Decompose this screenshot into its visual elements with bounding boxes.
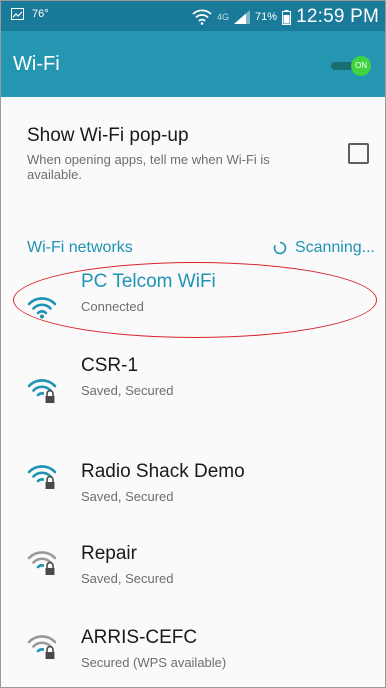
page-title: Wi-Fi <box>13 53 60 75</box>
battery-icon <box>282 9 292 25</box>
popup-setting-description: When opening apps, tell me when Wi-Fi is… <box>27 152 270 182</box>
status-left: 76° <box>11 8 49 20</box>
status-bar: 76° 4G 71% 12:59 PM <box>1 1 385 31</box>
app-bar: Wi-Fi ON <box>1 31 385 97</box>
scanning-label: Scanning... <box>294 239 375 256</box>
network-name: Repair <box>81 543 137 564</box>
wifi-popup-setting[interactable]: Show Wi-Fi pop-up When opening apps, tel… <box>1 97 385 207</box>
network-status: Connected <box>81 299 144 314</box>
wifi-networks-title: Wi-Fi networks <box>27 239 133 256</box>
network-item-repair[interactable]: Repair Saved, Secured <box>1 517 385 599</box>
network-item-arris-cefc[interactable]: ARRIS-CEFC Secured (WPS available) <box>1 601 385 683</box>
network-item-csr-1[interactable]: CSR-1 Saved, Secured <box>1 345 385 427</box>
network-name: CSR-1 <box>81 355 139 376</box>
network-status: Secured (WPS available) <box>81 655 227 670</box>
temperature-text: 76° <box>32 8 49 20</box>
network-item-pc-telcom-wifi[interactable]: PC Telcom WiFi Connected <box>1 263 385 345</box>
wifi-secured-weak-icon <box>27 551 57 575</box>
wifi-networks-header: Wi-Fi networks Scanning... <box>1 233 385 263</box>
battery-percent-text: 71% <box>255 11 278 23</box>
network-status: Saved, Secured <box>81 383 174 398</box>
wifi-secured-weak-icon <box>27 635 57 659</box>
scanning-spinner-icon <box>273 241 287 255</box>
wifi-toggle[interactable]: ON <box>331 56 371 76</box>
gallery-notification-icon <box>11 8 24 20</box>
clock-text: 12:59 PM <box>296 6 379 27</box>
network-name: Radio Shack Demo <box>81 461 245 482</box>
wifi-status-icon <box>192 9 212 25</box>
network-name: PC Telcom WiFi <box>81 271 216 292</box>
network-status: Saved, Secured <box>81 489 174 504</box>
wifi-secured-icon <box>27 379 57 403</box>
signal-strength-icon <box>234 10 251 24</box>
network-status: Saved, Secured <box>81 571 174 586</box>
wifi-secured-icon <box>27 465 57 489</box>
wifi-signal-icon <box>27 297 57 319</box>
network-name: ARRIS-CEFC <box>81 627 198 648</box>
toggle-knob: ON <box>351 56 371 76</box>
phone-screen: 76° 4G 71% 12:59 PM Wi-Fi ON Show Wi-Fi … <box>0 0 386 688</box>
status-right: 4G 71% 12:59 PM <box>192 6 379 28</box>
scanning-indicator: Scanning... <box>273 239 375 257</box>
network-type-text: 4G <box>217 12 230 22</box>
network-item-radio-shack-demo[interactable]: Radio Shack Demo Saved, Secured <box>1 431 385 513</box>
popup-setting-title: Show Wi-Fi pop-up <box>27 125 189 146</box>
popup-checkbox[interactable] <box>348 143 369 164</box>
